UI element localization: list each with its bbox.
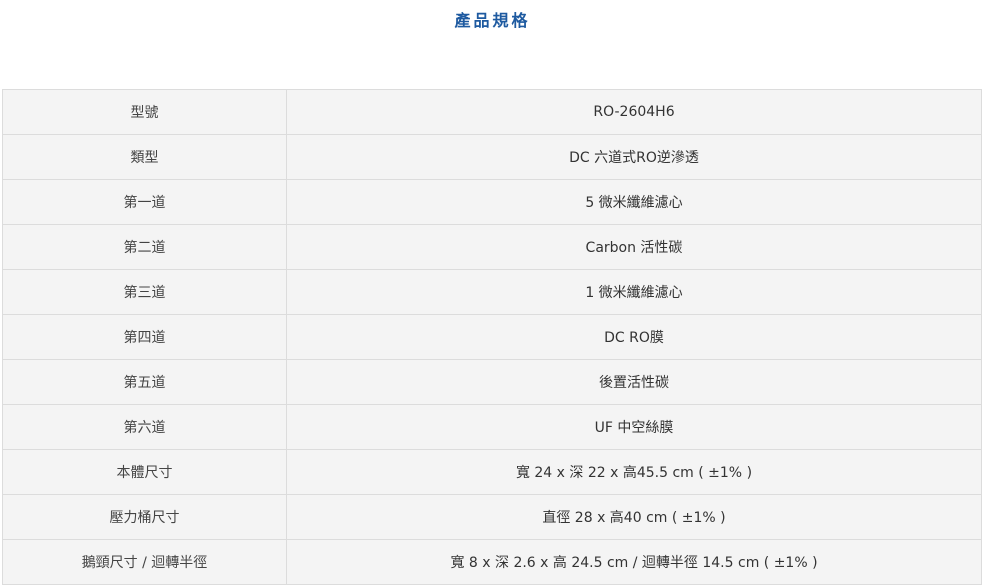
page-title: 產品規格 xyxy=(454,11,531,30)
spec-label-type: 類型 xyxy=(2,134,287,180)
spec-label-stage-6: 第六道 xyxy=(2,404,287,450)
spec-value-stage-6: UF 中空絲膜 xyxy=(286,404,982,450)
spec-value-faucet-size: 寬 8 x 深 2.6 x 高 24.5 cm / 迴轉半徑 14.5 cm (… xyxy=(286,539,982,585)
spec-label-stage-3: 第三道 xyxy=(2,269,287,315)
spec-label-stage-4: 第四道 xyxy=(2,314,287,360)
table-row: 壓力桶尺寸 直徑 28 x 高40 cm ( ±1% ) xyxy=(2,494,982,540)
spec-label-body-size: 本體尺寸 xyxy=(2,449,287,495)
spec-label-stage-2: 第二道 xyxy=(2,224,287,270)
spec-value-stage-1: 5 微米纖維濾心 xyxy=(286,179,982,225)
table-row: 第六道 UF 中空絲膜 xyxy=(2,404,982,450)
spec-label-model: 型號 xyxy=(2,89,287,135)
spec-value-stage-2: Carbon 活性碳 xyxy=(286,224,982,270)
spec-label-faucet-size: 鵝頸尺寸 / 迴轉半徑 xyxy=(2,539,287,585)
spec-value-stage-5: 後置活性碳 xyxy=(286,359,982,405)
table-row: 第四道 DC RO膜 xyxy=(2,314,982,360)
spec-value-model: RO-2604H6 xyxy=(286,89,982,135)
table-row: 本體尺寸 寬 24 x 深 22 x 高45.5 cm ( ±1% ) xyxy=(2,449,982,495)
table-row: 第三道 1 微米纖維濾心 xyxy=(2,269,982,315)
spec-value-stage-4: DC RO膜 xyxy=(286,314,982,360)
table-row: 鵝頸尺寸 / 迴轉半徑 寬 8 x 深 2.6 x 高 24.5 cm / 迴轉… xyxy=(2,539,982,585)
spec-value-tank-size: 直徑 28 x 高40 cm ( ±1% ) xyxy=(286,494,982,540)
spec-value-body-size: 寬 24 x 深 22 x 高45.5 cm ( ±1% ) xyxy=(286,449,982,495)
table-row: 第一道 5 微米纖維濾心 xyxy=(2,179,982,225)
spec-value-type: DC 六道式RO逆滲透 xyxy=(286,134,982,180)
spec-table: 型號 RO-2604H6 類型 DC 六道式RO逆滲透 第一道 5 微米纖維濾心… xyxy=(2,89,982,585)
spec-label-stage-1: 第一道 xyxy=(2,179,287,225)
spec-label-stage-5: 第五道 xyxy=(2,359,287,405)
spec-value-stage-3: 1 微米纖維濾心 xyxy=(286,269,982,315)
table-row: 第五道 後置活性碳 xyxy=(2,359,982,405)
table-row: 型號 RO-2604H6 xyxy=(2,89,982,135)
spec-label-tank-size: 壓力桶尺寸 xyxy=(2,494,287,540)
product-spec-page: 產品規格 型號 RO-2604H6 類型 DC 六道式RO逆滲透 第一道 5 微… xyxy=(0,0,985,587)
table-row: 第二道 Carbon 活性碳 xyxy=(2,224,982,270)
table-row: 類型 DC 六道式RO逆滲透 xyxy=(2,134,982,180)
